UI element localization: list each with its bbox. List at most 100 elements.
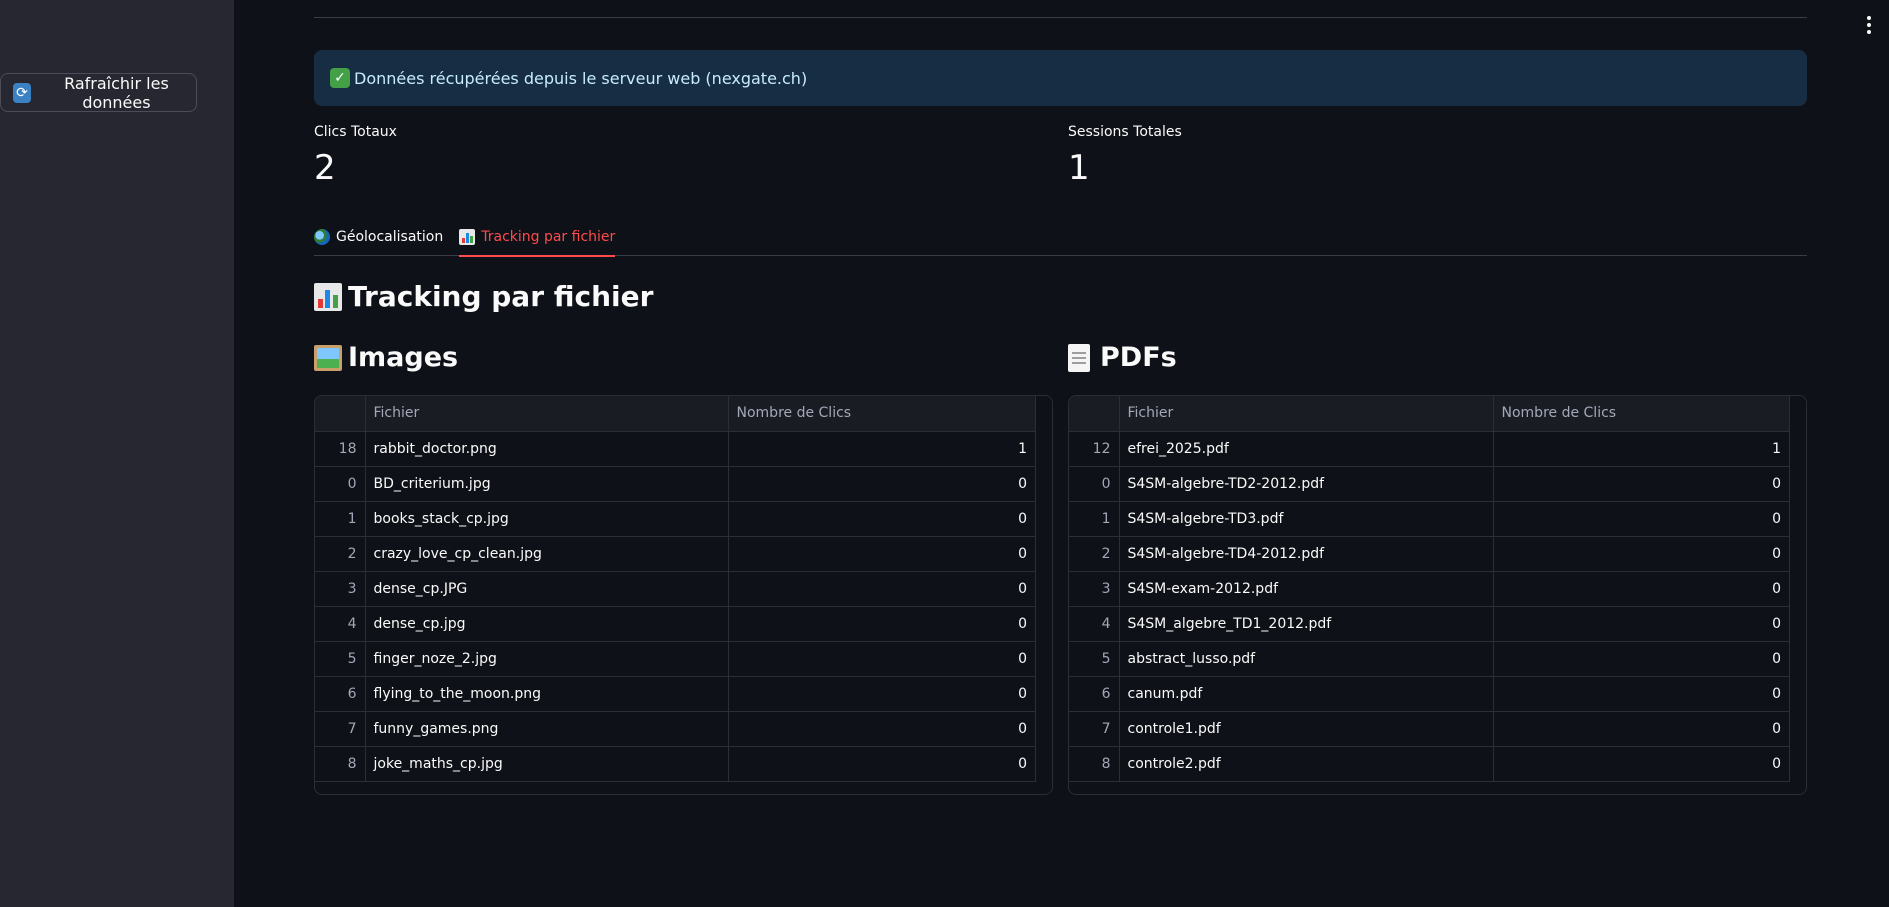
scrollbar-gutter — [1035, 536, 1052, 571]
table-row[interactable]: 2 crazy_love_cp_clean.jpg 0 — [315, 536, 1052, 572]
file-name-cell[interactable]: joke_maths_cp.jpg — [365, 746, 729, 782]
row-index[interactable]: 1 — [315, 501, 366, 537]
row-index[interactable]: 0 — [1069, 466, 1120, 502]
file-name-cell[interactable]: dense_cp.jpg — [365, 606, 729, 642]
section-title-text: Tracking par fichier — [348, 280, 654, 313]
framed-picture-icon — [314, 344, 342, 371]
file-column-header[interactable]: Fichier — [1119, 396, 1494, 432]
table-row[interactable]: 0 S4SM-algebre-TD2-2012.pdf 0 — [1069, 466, 1806, 502]
click-count-cell[interactable]: 0 — [728, 676, 1036, 712]
table-row[interactable]: 1 S4SM-algebre-TD3.pdf 0 — [1069, 501, 1806, 537]
file-name-cell[interactable]: controle1.pdf — [1119, 711, 1494, 747]
row-index[interactable]: 12 — [1069, 431, 1120, 467]
index-header[interactable] — [315, 396, 366, 432]
file-name-cell[interactable]: canum.pdf — [1119, 676, 1494, 712]
file-name-cell[interactable]: BD_criterium.jpg — [365, 466, 729, 502]
table-row[interactable]: 7 funny_games.png 0 — [315, 711, 1052, 747]
table-row[interactable]: 5 finger_noze_2.jpg 0 — [315, 641, 1052, 677]
file-name-cell[interactable]: books_stack_cp.jpg — [365, 501, 729, 537]
click-count-cell[interactable]: 0 — [1493, 501, 1790, 537]
table-row[interactable]: 5 abstract_lusso.pdf 0 — [1069, 641, 1806, 677]
row-index[interactable]: 0 — [315, 466, 366, 502]
click-count-cell[interactable]: 0 — [728, 536, 1036, 572]
file-name-cell[interactable]: S4SM-exam-2012.pdf — [1119, 571, 1494, 607]
tab-geolocation[interactable]: Géolocalisation — [314, 220, 443, 256]
refresh-icon: ⟳ — [13, 82, 31, 103]
table-row[interactable]: 6 canum.pdf 0 — [1069, 676, 1806, 712]
index-header[interactable] — [1069, 396, 1120, 432]
file-name-cell[interactable]: dense_cp.JPG — [365, 571, 729, 607]
clicks-column-header[interactable]: Nombre de Clics — [728, 396, 1036, 432]
click-count-cell[interactable]: 0 — [1493, 606, 1790, 642]
tab-file-tracking[interactable]: Tracking par fichier — [459, 220, 616, 257]
row-index[interactable]: 7 — [1069, 711, 1120, 747]
table-row[interactable]: 4 dense_cp.jpg 0 — [315, 606, 1052, 642]
table-row[interactable]: 18 rabbit_doctor.png 1 — [315, 431, 1052, 467]
click-count-cell[interactable]: 0 — [728, 606, 1036, 642]
click-count-cell[interactable]: 1 — [1493, 431, 1790, 467]
click-count-cell[interactable]: 1 — [728, 431, 1036, 467]
row-index[interactable]: 3 — [1069, 571, 1120, 607]
row-index[interactable]: 2 — [315, 536, 366, 572]
clicks-column-header[interactable]: Nombre de Clics — [1493, 396, 1790, 432]
click-count-cell[interactable]: 0 — [1493, 711, 1790, 747]
file-name-cell[interactable]: controle2.pdf — [1119, 746, 1494, 782]
row-index[interactable]: 8 — [315, 746, 366, 782]
row-index[interactable]: 5 — [1069, 641, 1120, 677]
row-index[interactable]: 3 — [315, 571, 366, 607]
table-row[interactable]: 8 controle2.pdf 0 — [1069, 746, 1806, 782]
click-count-cell[interactable]: 0 — [1493, 746, 1790, 782]
file-name-cell[interactable]: finger_noze_2.jpg — [365, 641, 729, 677]
file-name-cell[interactable]: crazy_love_cp_clean.jpg — [365, 536, 729, 572]
table-row[interactable]: 1 books_stack_cp.jpg 0 — [315, 501, 1052, 537]
scrollbar-gutter — [1789, 466, 1806, 501]
click-count-cell[interactable]: 0 — [728, 641, 1036, 677]
click-count-cell[interactable]: 0 — [728, 466, 1036, 502]
scrollbar-gutter — [1789, 571, 1806, 606]
file-name-cell[interactable]: abstract_lusso.pdf — [1119, 641, 1494, 677]
file-column-header[interactable]: Fichier — [365, 396, 729, 432]
table-row[interactable]: 12 efrei_2025.pdf 1 — [1069, 431, 1806, 467]
file-name-cell[interactable]: funny_games.png — [365, 711, 729, 747]
alert-message: Données récupérées depuis le serveur web… — [354, 68, 808, 88]
table-row[interactable]: 6 flying_to_the_moon.png 0 — [315, 676, 1052, 712]
click-count-cell[interactable]: 0 — [1493, 641, 1790, 677]
row-index[interactable]: 6 — [1069, 676, 1120, 712]
file-name-cell[interactable]: S4SM-algebre-TD4-2012.pdf — [1119, 536, 1494, 572]
click-count-cell[interactable]: 0 — [728, 711, 1036, 747]
scrollbar-gutter — [1035, 501, 1052, 536]
row-index[interactable]: 2 — [1069, 536, 1120, 572]
click-count-cell[interactable]: 0 — [728, 746, 1036, 782]
refresh-data-button[interactable]: ⟳ Rafraîchir les données — [0, 73, 197, 112]
row-index[interactable]: 6 — [315, 676, 366, 712]
row-index[interactable]: 4 — [1069, 606, 1120, 642]
click-count-cell[interactable]: 0 — [1493, 571, 1790, 607]
images-table[interactable]: Fichier Nombre de Clics 18 rabbit_doctor.… — [314, 395, 1053, 795]
table-row[interactable]: 3 dense_cp.JPG 0 — [315, 571, 1052, 607]
row-index[interactable]: 5 — [315, 641, 366, 677]
file-name-cell[interactable]: efrei_2025.pdf — [1119, 431, 1494, 467]
click-count-cell[interactable]: 0 — [1493, 466, 1790, 502]
row-index[interactable]: 18 — [315, 431, 366, 467]
click-count-cell[interactable]: 0 — [728, 501, 1036, 537]
pdfs-table[interactable]: Fichier Nombre de Clics 12 efrei_2025.pdf… — [1068, 395, 1807, 795]
file-name-cell[interactable]: S4SM_algebre_TD1_2012.pdf — [1119, 606, 1494, 642]
click-count-cell[interactable]: 0 — [1493, 536, 1790, 572]
row-index[interactable]: 8 — [1069, 746, 1120, 782]
file-name-cell[interactable]: S4SM-algebre-TD3.pdf — [1119, 501, 1494, 537]
row-index[interactable]: 4 — [315, 606, 366, 642]
row-index[interactable]: 7 — [315, 711, 366, 747]
file-name-cell[interactable]: S4SM-algebre-TD2-2012.pdf — [1119, 466, 1494, 502]
table-row[interactable]: 3 S4SM-exam-2012.pdf 0 — [1069, 571, 1806, 607]
table-row[interactable]: 0 BD_criterium.jpg 0 — [315, 466, 1052, 502]
table-row[interactable]: 8 joke_maths_cp.jpg 0 — [315, 746, 1052, 782]
file-name-cell[interactable]: flying_to_the_moon.png — [365, 676, 729, 712]
click-count-cell[interactable]: 0 — [728, 571, 1036, 607]
table-row[interactable]: 7 controle1.pdf 0 — [1069, 711, 1806, 747]
click-count-cell[interactable]: 0 — [1493, 676, 1790, 712]
file-name-cell[interactable]: rabbit_doctor.png — [365, 431, 729, 467]
row-index[interactable]: 1 — [1069, 501, 1120, 537]
table-row[interactable]: 2 S4SM-algebre-TD4-2012.pdf 0 — [1069, 536, 1806, 572]
main-menu-icon[interactable] — [1865, 16, 1873, 34]
table-row[interactable]: 4 S4SM_algebre_TD1_2012.pdf 0 — [1069, 606, 1806, 642]
